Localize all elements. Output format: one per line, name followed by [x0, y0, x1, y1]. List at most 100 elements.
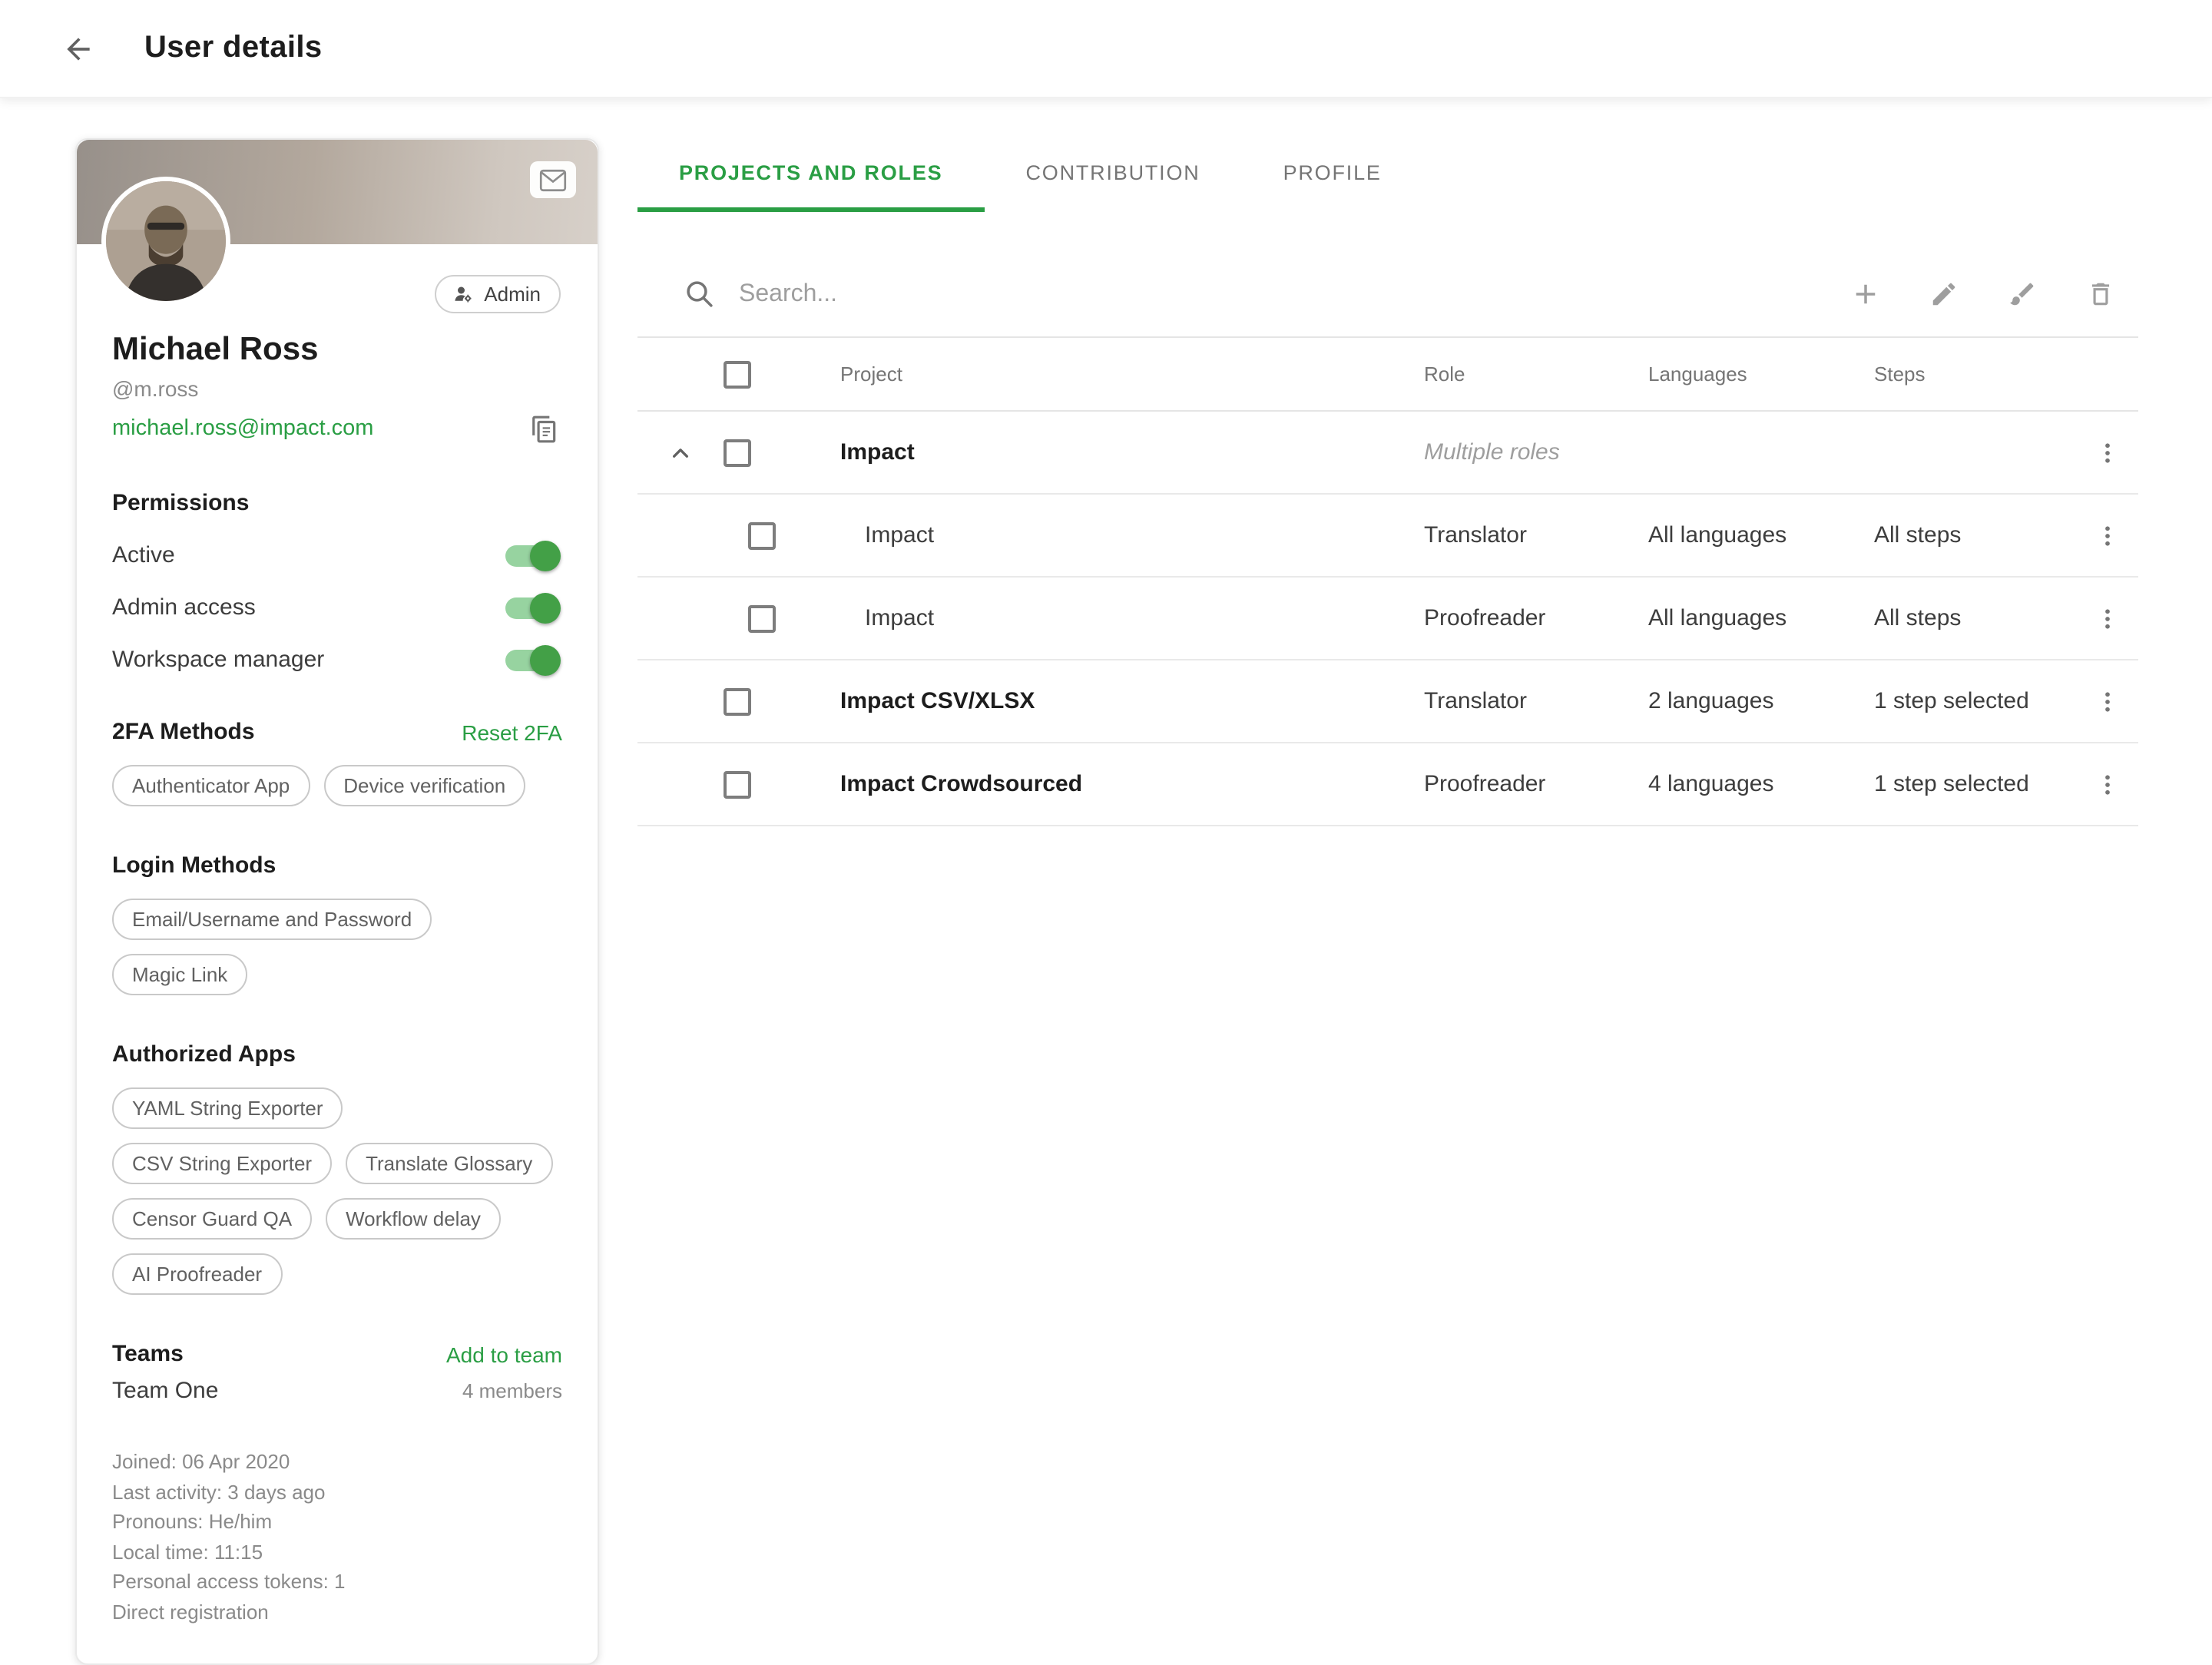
row-menu-button[interactable] [2077, 687, 2138, 715]
meta-line: Local time: 11:15 [112, 1537, 562, 1567]
tab-contribution[interactable]: CONTRIBUTION [984, 138, 1241, 212]
trash-icon [2085, 280, 2114, 309]
table-row[interactable]: Impact CSV/XLSX Translator 2 languages 1… [637, 660, 2138, 743]
column-header-steps: Steps [1874, 362, 2077, 386]
authorized-app-pill: Censor Guard QA [112, 1198, 312, 1240]
table-row[interactable]: Impact Translator All languages All step… [637, 495, 2138, 578]
toggle-workspace-manager[interactable] [505, 649, 558, 670]
role-cell: Translator [1424, 522, 1648, 548]
pencil-icon [1929, 280, 1958, 309]
authorized-apps-title: Authorized Apps [112, 1041, 296, 1068]
brush-icon [2007, 280, 2036, 309]
authorized-app-pill: Workflow delay [326, 1198, 501, 1240]
reset-2fa-link[interactable]: Reset 2FA [462, 720, 562, 744]
content-area: Admin Michael Ross @m.ross michael.ross@… [0, 98, 2212, 1665]
teams-list: Team One 4 members [112, 1378, 562, 1404]
kebab-icon [2094, 770, 2121, 798]
authorized-app-pill: AI Proofreader [112, 1253, 282, 1295]
toggle-knob [530, 644, 561, 675]
plus-icon [1849, 278, 1881, 310]
role-cell: Proofreader [1424, 771, 1648, 797]
send-email-button[interactable] [530, 161, 576, 198]
kebab-icon [2094, 604, 2121, 632]
row-checkbox[interactable] [724, 687, 751, 715]
role-cell: Multiple roles [1424, 439, 1648, 465]
row-checkbox[interactable] [748, 521, 776, 549]
project-cell: Impact CSV/XLSX [803, 688, 1424, 714]
tab-label: PROJECTS AND ROLES [679, 161, 942, 184]
app-window: User details [0, 0, 2212, 1482]
row-checkbox[interactable] [724, 439, 751, 466]
table-row[interactable]: Impact Proofreader All languages All ste… [637, 578, 2138, 660]
row-menu-button[interactable] [2077, 439, 2138, 466]
team-row[interactable]: Team One 4 members [112, 1378, 562, 1404]
twofa-method-pill: Device verification [323, 765, 525, 806]
tab-bar: PROJECTS AND ROLES CONTRIBUTION PROFILE [637, 138, 2138, 212]
person-gear-icon [452, 283, 475, 306]
tab-label: PROFILE [1283, 161, 1382, 184]
profile-banner [77, 140, 598, 244]
permission-label: Admin access [112, 594, 256, 621]
twofa-title: 2FA Methods [112, 719, 255, 745]
twofa-method-pill: Authenticator App [112, 765, 310, 806]
search-icon [684, 278, 716, 310]
toggle-admin-access[interactable] [505, 597, 558, 618]
meta-line: Pronouns: He/him [112, 1507, 562, 1537]
row-menu-button[interactable] [2077, 604, 2138, 632]
login-pills: Email/Username and PasswordMagic Link [112, 899, 562, 995]
expand-toggle [637, 686, 724, 717]
copy-icon [529, 414, 558, 443]
tab-profile[interactable]: PROFILE [1242, 138, 1423, 212]
admin-badge-label: Admin [484, 283, 541, 306]
apps-pills: YAML String ExporterCSV String ExporterT… [112, 1087, 562, 1295]
user-meta: Joined: 06 Apr 2020Last activity: 3 days… [112, 1447, 562, 1627]
expand-toggle [637, 520, 724, 551]
kebab-icon [2094, 439, 2121, 466]
expand-toggle[interactable] [637, 437, 724, 468]
add-button[interactable] [1848, 277, 1882, 311]
copy-email-button[interactable] [525, 410, 562, 447]
expand-toggle [637, 769, 724, 799]
permission-toggle-row: Active [112, 542, 562, 568]
toggle-knob [530, 540, 561, 571]
project-cell: Impact [803, 439, 1424, 465]
email-link[interactable]: michael.ross@impact.com [112, 416, 373, 441]
select-all-checkbox[interactable] [724, 360, 751, 388]
main-panel: PROJECTS AND ROLES CONTRIBUTION PROFILE [637, 138, 2138, 826]
kebab-icon [2094, 687, 2121, 715]
edit-button[interactable] [1926, 277, 1960, 311]
role-cell: Proofreader [1424, 605, 1648, 631]
meta-line: Last activity: 3 days ago [112, 1477, 562, 1507]
authorized-app-pill: YAML String Exporter [112, 1087, 343, 1129]
project-cell: Impact [803, 522, 1424, 548]
team-name: Team One [112, 1378, 218, 1404]
tab-projects-and-roles[interactable]: PROJECTS AND ROLES [637, 138, 984, 212]
table-body: Impact Multiple roles Impact Translator … [637, 412, 2138, 826]
page-title: User details [144, 31, 323, 66]
column-header-project: Project [803, 362, 1424, 386]
delete-button[interactable] [2083, 277, 2117, 311]
table-toolbar [1848, 277, 2117, 311]
column-header-role: Role [1424, 362, 1648, 386]
table-row[interactable]: Impact Multiple roles [637, 412, 2138, 495]
search-input[interactable] [739, 280, 1848, 308]
arrow-left-icon [61, 31, 95, 65]
add-to-team-link[interactable]: Add to team [446, 1342, 562, 1366]
row-menu-button[interactable] [2077, 770, 2138, 798]
role-cell: Translator [1424, 688, 1648, 714]
row-checkbox[interactable] [748, 604, 776, 632]
project-cell: Impact Crowdsourced [803, 771, 1424, 797]
toggle-active[interactable] [505, 545, 558, 566]
meta-line: Joined: 06 Apr 2020 [112, 1447, 562, 1477]
back-button[interactable] [55, 25, 101, 71]
row-menu-button[interactable] [2077, 521, 2138, 549]
table-row[interactable]: Impact Crowdsourced Proofreader 4 langua… [637, 743, 2138, 826]
teams-title: Teams [112, 1341, 184, 1367]
twofa-pills: Authenticator App Device verification [112, 765, 562, 806]
clear-button[interactable] [2005, 277, 2038, 311]
login-methods-title: Login Methods [112, 852, 276, 879]
row-checkbox[interactable] [724, 770, 751, 798]
email-row: michael.ross@impact.com [112, 410, 562, 447]
permission-toggles: Active Admin access Workspace manager [112, 542, 562, 673]
steps-cell: All steps [1874, 522, 2077, 548]
